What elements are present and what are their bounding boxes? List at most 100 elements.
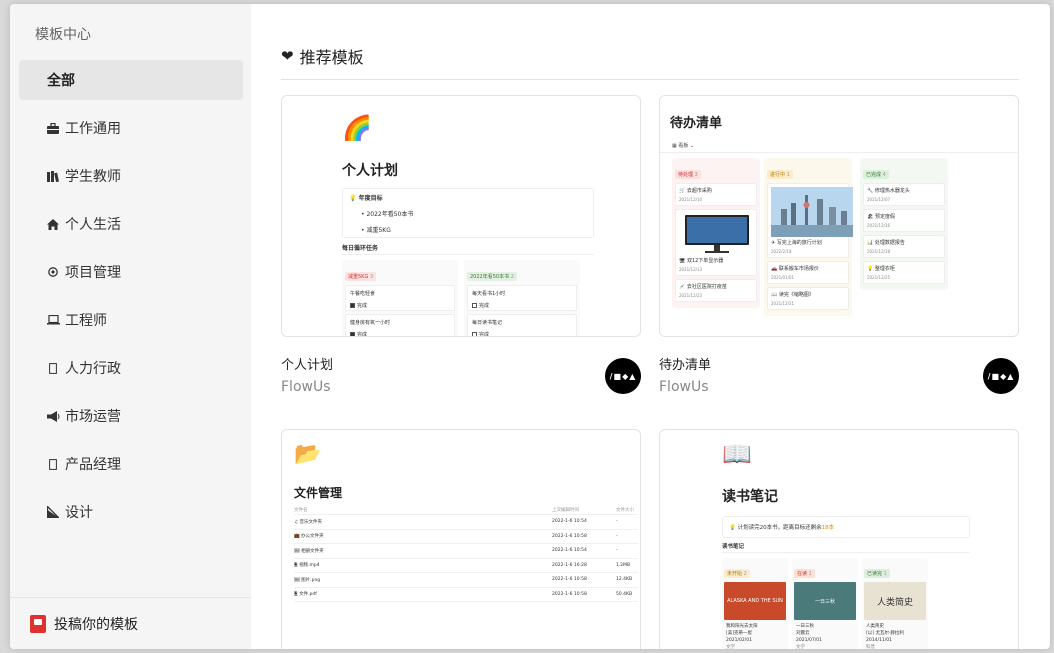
column-tag: 减重5KG 3 (345, 272, 377, 281)
main-content: ❤ 推荐模板 🌈 个人计划 💡 年度目标 • 2022年看50本书 • 减重5K… (251, 4, 1050, 649)
preview-title: 读书笔记 (722, 489, 778, 505)
template-author: FlowUs (281, 379, 331, 395)
book-cover: 一日三秋 (794, 582, 856, 620)
preview-plan-box: 💡 计划读完20本书，距离目标还剩余18本 (722, 516, 970, 538)
author-avatar[interactable]: /■◆▲ (605, 358, 641, 394)
bulb-icon: 💡 (349, 195, 359, 202)
template-author: FlowUs (659, 379, 709, 395)
column-tag: 进行中 1 (767, 170, 793, 179)
open-book-icon: 📖 (722, 440, 752, 468)
sidebar-item-label: 个人生活 (65, 217, 121, 233)
placeholder-icon (46, 458, 60, 470)
template-center-modal: 模板中心 全部 工作通用 学生教师 个人生活 项目管理 工程师 人力行政 市场运… (10, 4, 1050, 649)
bulb-icon: 💡 (867, 266, 875, 272)
bulb-icon: 💡 (729, 525, 738, 531)
preview-column: 减重5KG 3 午餐吃轻食 完成 健身房有氧一小时 完成 (342, 260, 458, 336)
table-row: 🗎 视频.mp4 2022-1-6 16:28 1.2MB (294, 559, 638, 573)
preview-title: 待办清单 (670, 116, 723, 131)
column-tag: 2022年看50本书 2 (467, 272, 517, 281)
submit-template-button[interactable]: 投稿你的模板 (10, 597, 251, 649)
book-author: 刘震云 (796, 631, 810, 636)
preview-column: 2022年看50本书 2 每天看书1小时 完成 每日读书笔记 完成 (464, 260, 580, 336)
template-card-reading-notes[interactable]: 📖 读书笔记 💡 计划读完20本书，距离目标还剩余18本 读书笔记 未开始 2 … (659, 429, 1019, 649)
laptop-icon (46, 315, 60, 325)
monitor-image (685, 215, 749, 253)
sidebar-item-label: 工作通用 (65, 121, 121, 137)
checkbox (472, 332, 477, 336)
kanban-card: 🚗 联系搬车市场报价 2021/01/01 (767, 261, 849, 284)
sidebar-nav: 全部 工作通用 学生教师 个人生活 项目管理 工程师 人力行政 市场运营 产品经… (19, 60, 243, 540)
sidebar-item-engineer[interactable]: 工程师 (19, 300, 243, 340)
sidebar-item-all[interactable]: 全部 (19, 60, 243, 100)
book-icon: 📖 (771, 292, 779, 298)
rainbow-icon: 🌈 (342, 114, 372, 142)
template-card-file-management[interactable]: 📂 文件管理 文件名 上次编辑时间 文件大小 ♫ 音乐文件夹 2022-1-6 … (281, 429, 641, 649)
table-row: 🗎 文件.pdf 2022-1-6 10:58 50.4KB (294, 588, 638, 602)
sidebar-item-students[interactable]: 学生教师 (19, 156, 243, 196)
sidebar-item-design[interactable]: 设计 (19, 492, 243, 532)
template-name[interactable]: 待办清单 (659, 354, 711, 373)
preview-card: 午餐吃轻食 完成 (345, 285, 455, 311)
preview-subtitle: 每日循环任务 (342, 245, 379, 252)
column-tag: 已完成 4 (863, 170, 889, 179)
sidebar-item-pm[interactable]: 产品经理 (19, 444, 243, 484)
sidebar-item-work[interactable]: 工作通用 (19, 108, 243, 148)
divider (660, 152, 1018, 153)
sidebar-item-label: 全部 (47, 73, 75, 89)
preview-subtitle: 读书笔记 (722, 544, 745, 550)
table-row: 🖼 图片.png 2022-1-6 10:58 12.4KB (294, 573, 638, 588)
syringe-icon: 💉 (679, 284, 687, 290)
kanban-card: 🔧 修理热水器龙头 2021/12/07 (863, 183, 945, 206)
sidebar-item-hr[interactable]: 人力行政 (19, 348, 243, 388)
template-card-personal-plan[interactable]: 🌈 个人计划 💡 年度目标 • 2022年看50本书 • 减重5KG 每日循环任… (281, 95, 641, 337)
sidebar-item-marketing[interactable]: 市场运营 (19, 396, 243, 436)
skyline-image (771, 187, 853, 237)
checkbox-checked (350, 332, 355, 336)
submit-icon (30, 614, 46, 633)
preview-goal-box: 💡 年度目标 • 2022年看50本书 • 减重5KG (342, 188, 594, 238)
briefcase-icon (46, 122, 60, 134)
gear-icon (46, 266, 60, 278)
section-title: 推荐模板 (299, 48, 364, 67)
template-card-todo[interactable]: 待办清单 ▦ 看板 ⌄ 待处理 3 🛒 去超市采购 2021/12/10 🖥 双1… (659, 95, 1019, 337)
column-tag: 已读完 1 (864, 569, 890, 578)
section-header: ❤ 推荐模板 (281, 44, 364, 68)
megaphone-icon (46, 410, 60, 422)
sidebar-item-label: 市场运营 (65, 409, 121, 425)
sidebar-item-project[interactable]: 项目管理 (19, 252, 243, 292)
card-meta: 待办清单 FlowUs (659, 354, 711, 395)
book-label: 文学 (796, 645, 805, 649)
template-name[interactable]: 个人计划 (281, 354, 333, 373)
column-tag: 待处理 3 (675, 170, 701, 179)
car-icon: 🚗 (771, 266, 779, 272)
sidebar-item-label: 设计 (65, 505, 93, 521)
divider (281, 79, 1019, 80)
kanban-card: 🛒 去超市采购 2021/12/10 (675, 183, 757, 206)
monitor-icon: 🖥 (679, 258, 687, 264)
chart-icon: 📊 (867, 240, 875, 246)
kanban-card: 💉 去社区医院打疫苗 2021/12/23 (675, 279, 757, 302)
preview-card: 每日读书笔记 完成 (467, 314, 577, 336)
sidebar-item-label: 人力行政 (65, 361, 121, 377)
folder-icon: 📂 (294, 442, 322, 467)
author-avatar[interactable]: /■◆▲ (983, 358, 1019, 394)
kanban-column: 进行中 1 ✈ 写完上海的旅行计划 2022/2/18 🚗 联系搬车市场报价 202… (764, 158, 853, 316)
book-label: 科普 (866, 645, 875, 649)
cart-icon: 🛒 (679, 188, 687, 194)
kanban-card: 📊 处理数据报告 2021/12/18 (863, 235, 945, 258)
sidebar-item-life[interactable]: 个人生活 (19, 204, 243, 244)
sidebar-item-label: 工程师 (65, 313, 107, 329)
table-row: 🖼 相册文件夹 2022-1-6 10:54 - (294, 544, 638, 559)
wrench-icon: 🔧 (867, 188, 875, 194)
divider (722, 552, 970, 553)
column-tag: 未开始 2 (724, 569, 750, 578)
goal-item: 2022年看50本书 (366, 211, 414, 218)
table-header: 文件名 上次编辑时间 文件大小 (294, 506, 638, 515)
book-author: [美]克蒂一屋 (726, 631, 753, 636)
sidebar: 模板中心 全部 工作通用 学生教师 个人生活 项目管理 工程师 人力行政 市场运… (10, 4, 251, 649)
kanban-card: 🖥 双12下单显示器 2021/12/13 (675, 209, 757, 276)
goal-title: 年度目标 (358, 195, 383, 202)
books-icon (46, 170, 60, 182)
home-icon (46, 218, 60, 230)
beach-icon: 🏖 (867, 214, 875, 220)
